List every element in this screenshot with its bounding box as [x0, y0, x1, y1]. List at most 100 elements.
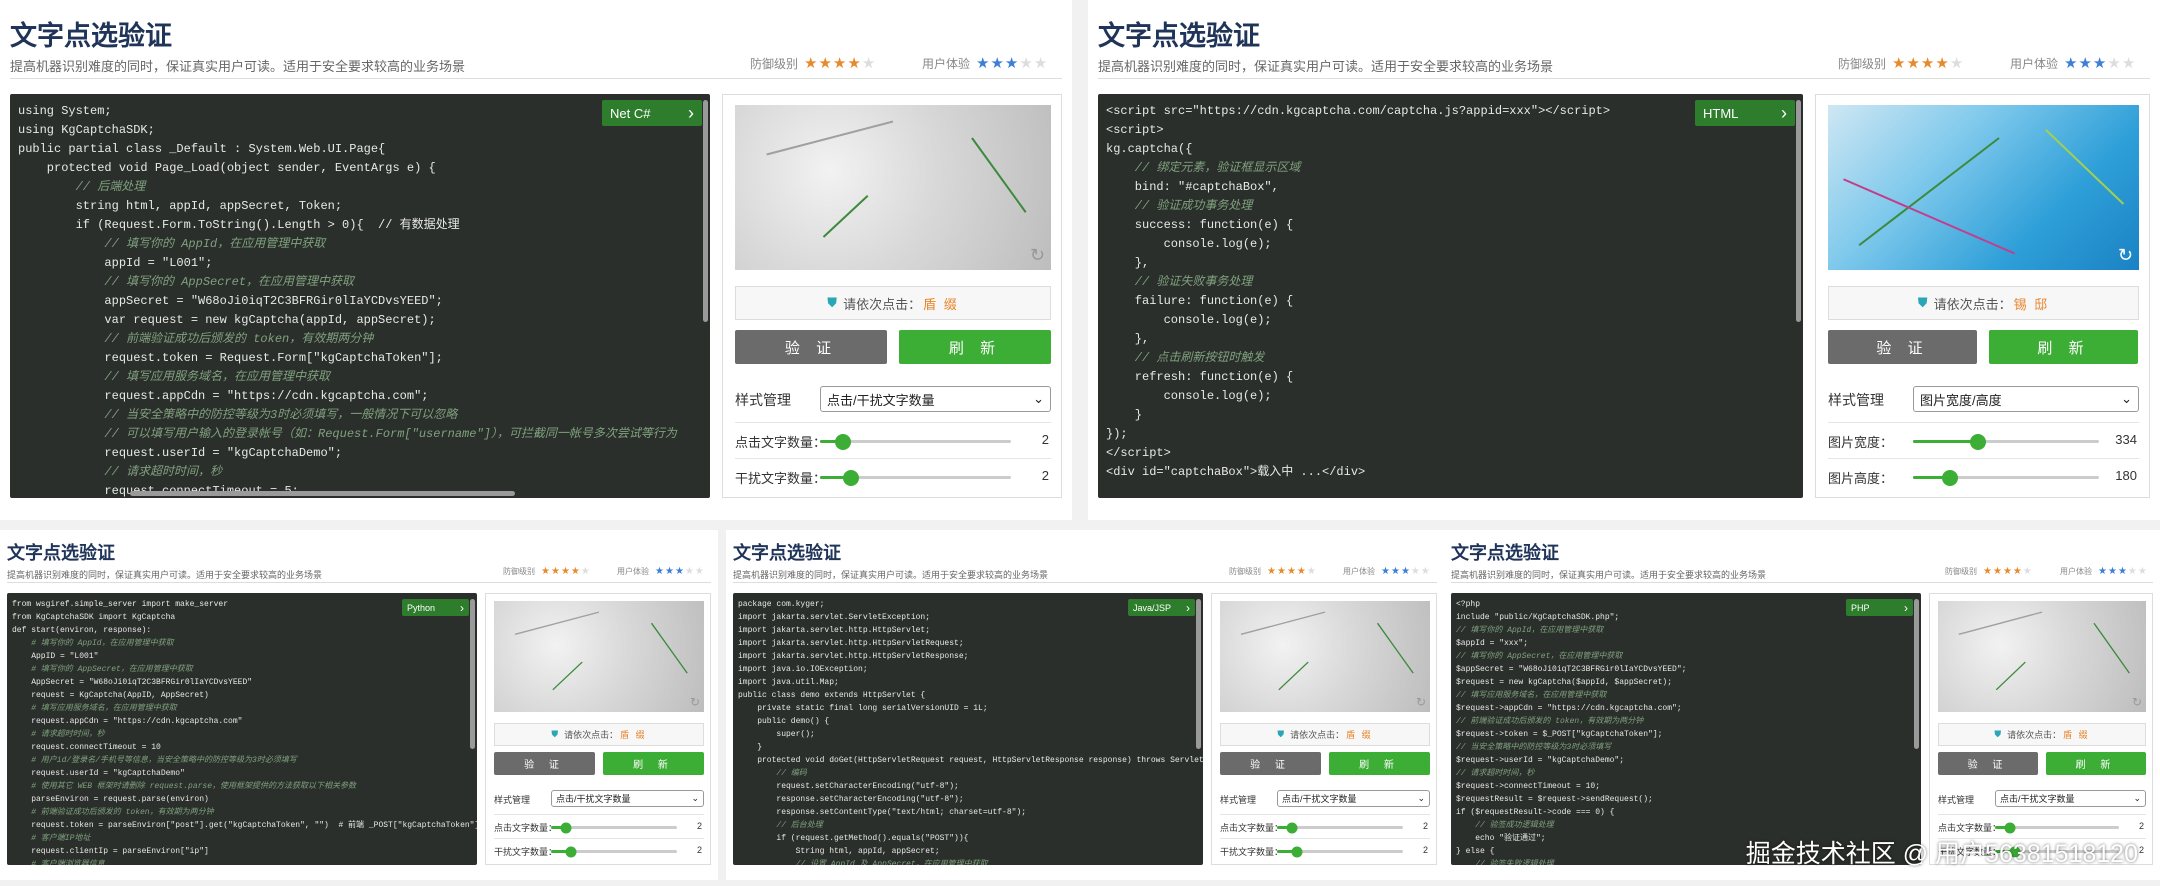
slider-handle[interactable]	[843, 469, 859, 486]
slider-track[interactable]	[551, 822, 677, 833]
slider-handle[interactable]	[1942, 469, 1958, 486]
slider-handle[interactable]	[565, 846, 577, 857]
shield-icon: ⛊	[1994, 729, 2002, 739]
code-line: # 客户端浏览器信息	[12, 860, 105, 865]
slider-handle[interactable]	[1291, 846, 1303, 857]
code-line: # 填写你的 AppSecret，在应用管理中获取	[12, 665, 193, 674]
code-vertical-scrollbar[interactable]	[1914, 599, 1919, 749]
captcha-image[interactable]: ↻	[1220, 601, 1430, 712]
rotate-icon[interactable]: ↻	[690, 695, 700, 709]
code-line: }	[738, 743, 763, 752]
slider-track[interactable]	[820, 433, 1011, 450]
refresh-button[interactable]: 刷 新	[899, 330, 1051, 364]
slider-label: 点击文字数量：	[1938, 823, 2002, 833]
code-line: # 前端验证成功后颁发的 token，有效期为两分钟	[12, 808, 214, 817]
tip-characters: 锡 邸	[2013, 296, 2050, 312]
verify-button[interactable]: 验 证	[1938, 752, 2038, 775]
click-order-tip: ⛊ 请依次点击：盾 缀	[494, 723, 704, 746]
code-block[interactable]: using System; using KgCaptchaSDK; public p…	[10, 94, 710, 498]
slider-track[interactable]	[820, 469, 1011, 486]
language-switch-button[interactable]: Java/JSP ›	[1128, 599, 1195, 616]
code-line: if ($requestResult->code === 0) {	[1456, 808, 1615, 817]
tip-prefix: 请依次点击：	[843, 296, 922, 312]
slider-handle[interactable]	[1286, 822, 1298, 833]
chevron-down-icon: ⌄	[1033, 391, 1044, 406]
star-icon: ★	[990, 55, 1005, 72]
style-select-value: 点击/干扰文字数量	[1282, 794, 1357, 804]
style-select[interactable]: 点击/干扰文字数量 ⌄	[820, 386, 1051, 412]
rotate-icon[interactable]: ↻	[1416, 695, 1426, 709]
refresh-button[interactable]: 刷 新	[603, 752, 704, 775]
verify-button[interactable]: 验 证	[1828, 330, 1977, 364]
code-line: // 请求超时时间，秒	[1456, 769, 1535, 778]
rotate-icon[interactable]: ↻	[2132, 695, 2142, 709]
code-block[interactable]: from wsgiref.simple_server import make_s…	[7, 593, 477, 865]
code-line: $appSecret = "W68oJi0iqT2C3BFRGir0lIaYCD…	[1456, 665, 1687, 674]
tip-prefix: 请依次点击：	[2007, 730, 2062, 740]
captcha-image[interactable]: ↻	[1828, 105, 2139, 270]
code-line: // 填写应用服务域名，在应用管理中获取	[18, 370, 331, 384]
code-line: response.setContentType("text/html; char…	[738, 808, 1027, 817]
slider-track[interactable]	[1277, 846, 1403, 857]
code-line: protected void Page_Load(object sender, …	[18, 161, 436, 175]
ux-label: 用户体验	[617, 567, 649, 576]
refresh-button[interactable]: 刷 新	[1329, 752, 1430, 775]
security-stars: ★★★★★	[1267, 566, 1317, 577]
captcha-image[interactable]: ↻	[735, 105, 1051, 270]
rotate-icon[interactable]: ↻	[1030, 245, 1045, 266]
slider-value: 2	[1041, 468, 1049, 483]
security-rating: 防御级别 ★★★★★	[503, 566, 591, 577]
style-label: 样式管理	[1938, 795, 1975, 805]
code-line: <div id="captchaBox">载入中 ...</div>	[1106, 465, 1366, 479]
verify-button[interactable]: 验 证	[1220, 752, 1321, 775]
code-horizontal-scrollbar[interactable]	[130, 491, 515, 496]
slider-track[interactable]	[1995, 822, 2119, 833]
language-switch-button[interactable]: HTML ›	[1695, 100, 1795, 126]
code-line: request.appCdn = "https://cdn.kgcaptcha.…	[12, 717, 243, 726]
rotate-icon[interactable]: ↻	[2118, 245, 2133, 266]
style-select-value: 点击/干扰文字数量	[2000, 794, 2075, 804]
star-icon: ★	[1267, 566, 1277, 577]
slider-handle[interactable]	[560, 822, 572, 833]
code-text: from wsgiref.simple_server import make_s…	[7, 593, 477, 865]
refresh-button[interactable]: 刷 新	[2046, 752, 2146, 775]
slider-track[interactable]	[1913, 433, 2099, 450]
slider-handle[interactable]	[2004, 822, 2016, 833]
style-select[interactable]: 点击/干扰文字数量 ⌄	[1995, 790, 2146, 807]
code-line: // 验证失败事务处理	[1106, 275, 1253, 289]
refresh-button[interactable]: 刷 新	[1989, 330, 2138, 364]
chevron-right-icon: ›	[460, 600, 464, 615]
chevron-right-icon: ›	[1904, 600, 1908, 615]
code-block[interactable]: <script src="https://cdn.kgcaptcha.com/c…	[1098, 94, 1803, 498]
star-icon: ★	[2002, 566, 2013, 577]
ux-rating: 用户体验 ★★★★★	[617, 566, 705, 577]
code-vertical-scrollbar[interactable]	[1196, 599, 1201, 749]
verify-button[interactable]: 验 证	[494, 752, 595, 775]
code-line: <script>	[1106, 123, 1164, 137]
slider-handle[interactable]	[835, 433, 851, 450]
slider-track[interactable]	[551, 846, 677, 857]
captcha-image[interactable]: ↻	[494, 601, 704, 712]
code-line: // 绑定元素，验证框显示区域	[1106, 161, 1301, 175]
code-vertical-scrollbar[interactable]	[1796, 100, 1801, 322]
style-select[interactable]: 点击/干扰文字数量 ⌄	[551, 790, 704, 807]
code-vertical-scrollbar[interactable]	[470, 599, 475, 749]
code-line: AppID = "L001"	[12, 652, 99, 661]
language-switch-button[interactable]: Net C# ›	[602, 100, 702, 126]
slider-handle[interactable]	[1970, 433, 1986, 450]
star-icon: ★	[541, 566, 551, 577]
captcha-image[interactable]: ↻	[1938, 601, 2146, 712]
language-switch-button[interactable]: Python ›	[402, 599, 469, 616]
code-block[interactable]: <?php include "public/KgCaptchaSDK.php"; /…	[1451, 593, 1921, 865]
slider-track[interactable]	[1277, 822, 1403, 833]
captcha-card: ↻ ⛊ 请依次点击：锡 邸验 证刷 新样式管理 图片宽度/高度 ⌄ 图片宽度： 334 图片高…	[1815, 94, 2150, 498]
code-block[interactable]: package com.kyger; import jakarta.servlet…	[733, 593, 1203, 865]
code-vertical-scrollbar[interactable]	[703, 100, 708, 322]
code-line: request.token = Request.Form["kgCaptchaT…	[18, 351, 443, 365]
style-select[interactable]: 图片宽度/高度 ⌄	[1913, 386, 2139, 412]
verify-button[interactable]: 验 证	[735, 330, 887, 364]
style-select[interactable]: 点击/干扰文字数量 ⌄	[1277, 790, 1430, 807]
chevron-right-icon: ›	[688, 102, 694, 123]
slider-track[interactable]	[1913, 469, 2099, 486]
language-switch-button[interactable]: PHP ›	[1846, 599, 1913, 616]
